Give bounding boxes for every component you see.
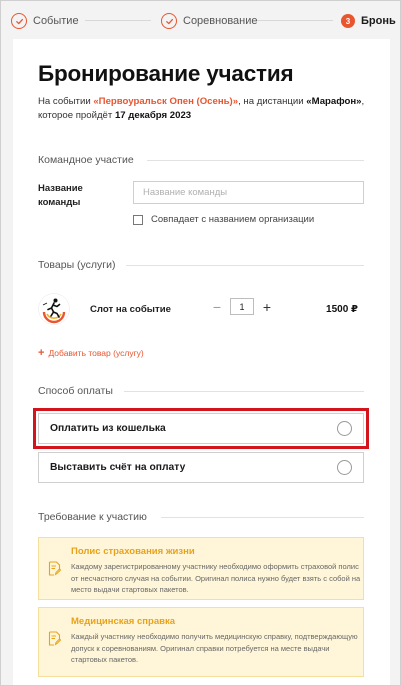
requirement-title: Медицинская справка	[71, 616, 175, 627]
requirement-card: Полис страхования жизни Каждому зарегист…	[38, 537, 364, 600]
step-event[interactable]: Событие	[11, 12, 79, 30]
team-name-label: Название команды	[38, 183, 83, 208]
section-divider	[147, 160, 364, 161]
page-title: Бронирование участия	[38, 61, 294, 86]
payment-radio[interactable]	[337, 460, 352, 475]
booking-stepper: Событие Соревнование 3 Бронь	[1, 1, 400, 41]
plus-icon: +	[38, 347, 45, 359]
same-as-org-label: Совпадает с названием организации	[151, 214, 315, 225]
add-product-label: Добавить товар (услугу)	[48, 348, 144, 358]
increase-quantity-button[interactable]: +	[260, 300, 274, 314]
step-label: Бронь	[361, 15, 396, 27]
step-competition[interactable]: Соревнование	[161, 12, 258, 30]
step-connector	[257, 20, 333, 21]
document-edit-icon	[48, 631, 61, 646]
step-label: Событие	[33, 15, 79, 27]
section-divider	[161, 517, 364, 518]
section-title-goods: Товары (услуги)	[38, 259, 116, 271]
same-as-org-checkbox-row[interactable]: Совпадает с названием организации	[133, 214, 314, 225]
booking-subtitle: На событии «Первоуральск Опен (Осень)», …	[38, 95, 378, 123]
step-booking[interactable]: 3 Бронь	[341, 12, 396, 30]
page-frame: Событие Соревнование 3 Бронь Бронировани…	[0, 0, 401, 686]
selection-highlight	[33, 408, 369, 449]
team-name-input[interactable]	[133, 181, 364, 204]
booking-card: Бронирование участия На событии «Первоур…	[13, 39, 390, 685]
section-title-payment: Способ оплаты	[38, 385, 113, 397]
payment-option-label: Выставить счёт на оплату	[50, 462, 186, 473]
check-circle-icon	[11, 13, 27, 29]
subtitle-prefix: На событии	[38, 96, 94, 107]
section-divider	[126, 265, 364, 266]
requirement-text: Каждый участнику необходимо получить мед…	[71, 632, 358, 664]
quantity-stepper: − 1 +	[210, 298, 274, 315]
event-link[interactable]: «Первоуральск Опен (Осень)»	[93, 96, 238, 107]
check-circle-icon	[161, 13, 177, 29]
decrease-quantity-button[interactable]: −	[210, 300, 224, 314]
subtitle-mid: , на дистанции	[238, 96, 307, 107]
add-product-link[interactable]: + Добавить товар (услугу)	[38, 347, 144, 359]
step-connector	[85, 20, 151, 21]
section-title-requirements: Требование к участию	[38, 511, 147, 523]
section-divider	[124, 391, 364, 392]
event-date: 17 декабря 2023	[114, 110, 192, 121]
same-as-org-checkbox[interactable]	[133, 214, 143, 225]
requirement-card: Медицинская справка Каждый участнику нео…	[38, 607, 364, 677]
runner-logo-icon	[38, 293, 70, 325]
product-name: Слот на событие	[90, 304, 171, 315]
product-row: Слот на событие − 1 + 1500 ₽	[38, 293, 358, 327]
document-edit-icon	[48, 561, 61, 576]
section-title-team: Командное участие	[38, 154, 134, 166]
quantity-value[interactable]: 1	[230, 298, 254, 315]
product-price: 1500 ₽	[326, 304, 358, 315]
step-label: Соревнование	[183, 15, 258, 27]
requirement-title: Полис страхования жизни	[71, 546, 195, 557]
payment-option-invoice[interactable]: Выставить счёт на оплату	[38, 452, 364, 483]
requirement-text: Каждому зарегистрированному участнику не…	[71, 562, 361, 594]
distance-name: «Марафон»	[306, 96, 362, 107]
step-number-badge: 3	[341, 14, 355, 28]
